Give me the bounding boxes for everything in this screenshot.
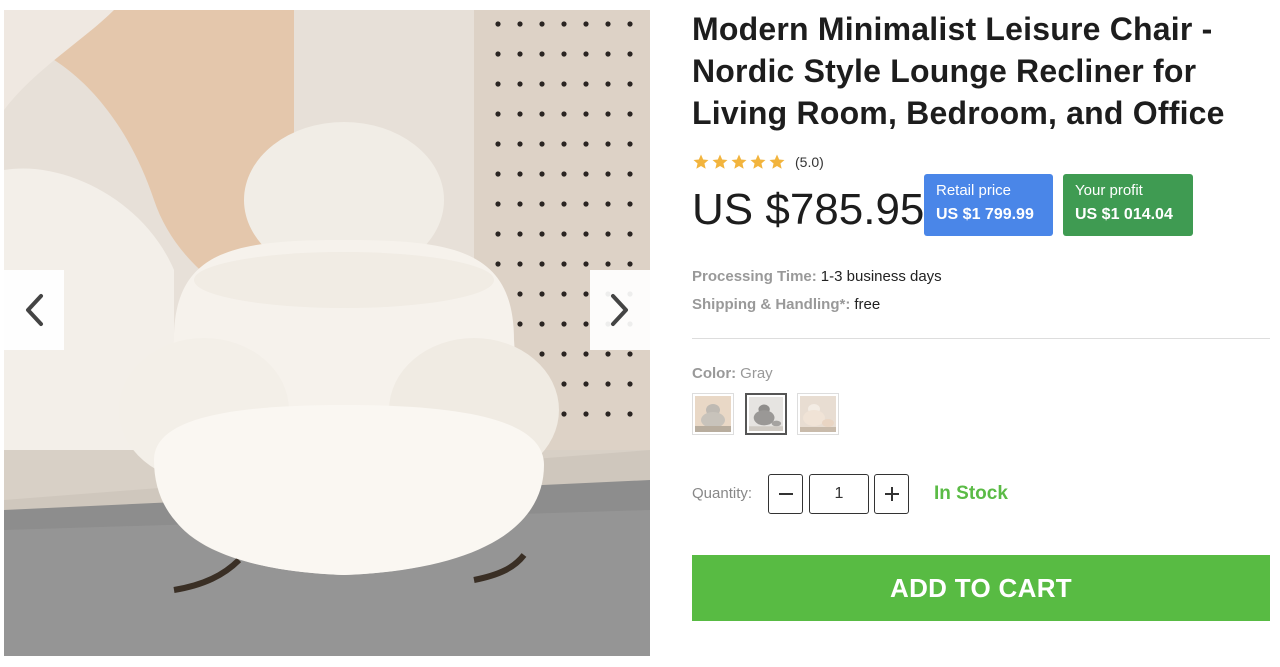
gallery-prev-button[interactable] [4, 270, 64, 350]
star-icon [769, 154, 785, 169]
shipping-handling: Shipping & Handling*: free [692, 296, 880, 313]
product-info: Modern Minimalist Leisure Chair - Nordic… [692, 8, 1270, 134]
quantity-decrease-button[interactable] [768, 474, 803, 514]
color-label: Color: [692, 365, 737, 382]
quantity-label: Quantity: [692, 485, 753, 502]
star-icon [693, 154, 709, 169]
gallery-next-button[interactable] [590, 270, 650, 350]
product-price: US $785.95 [692, 185, 925, 234]
retail-price-label: Retail price [936, 182, 1012, 199]
processing-time: Processing Time: 1-3 business days [692, 268, 942, 285]
plus-icon [884, 487, 899, 501]
profit-badge: Your profit US $1 014.04 [1063, 174, 1193, 236]
rating-value: (5.0) [795, 154, 824, 170]
star-icon [731, 154, 747, 169]
minus-icon [778, 493, 793, 495]
shipping-value: free [854, 296, 881, 313]
product-title: Modern Minimalist Leisure Chair - Nordic… [692, 11, 1225, 131]
quantity-increase-button[interactable] [874, 474, 909, 514]
product-image-gallery [4, 10, 650, 656]
divider [692, 338, 1270, 339]
retail-price-badge: Retail price US $1 799.99 [924, 174, 1053, 236]
shipping-label: Shipping & Handling*: [692, 296, 851, 313]
color-value: Gray [740, 365, 773, 382]
color-swatch-3[interactable] [797, 393, 839, 435]
color-selector-label: Color: Gray [692, 365, 773, 382]
rating[interactable]: (5.0) [692, 153, 824, 171]
star-icon [712, 154, 728, 169]
chevron-left-icon [26, 294, 43, 326]
stock-status: In Stock [934, 483, 1008, 504]
profit-value: US $1 014.04 [1075, 206, 1173, 223]
profit-label: Your profit [1075, 182, 1143, 199]
processing-time-value: 1-3 business days [820, 268, 942, 285]
retail-price-value: US $1 799.99 [936, 206, 1034, 223]
swatch-thumbnail [800, 396, 836, 432]
add-to-cart-button[interactable]: ADD TO CART [692, 555, 1270, 621]
star-rating [692, 153, 786, 171]
color-swatch-1[interactable] [692, 393, 734, 435]
processing-time-label: Processing Time: [692, 268, 817, 285]
swatch-thumbnail [695, 396, 731, 432]
product-main-image [4, 10, 650, 656]
swatch-thumbnail [749, 397, 783, 431]
star-icon [750, 154, 766, 169]
quantity-input[interactable] [809, 474, 869, 514]
chevron-right-icon [611, 294, 628, 326]
color-swatch-2[interactable] [745, 393, 787, 435]
